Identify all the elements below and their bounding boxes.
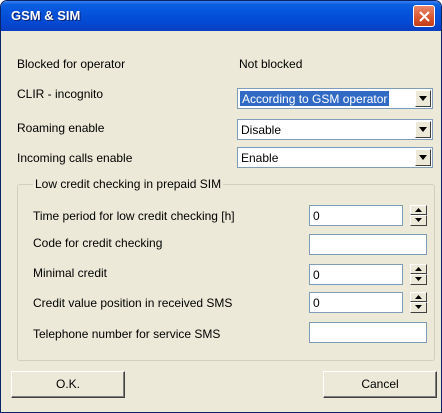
close-button[interactable]	[413, 5, 435, 27]
arrow-down-icon	[415, 305, 422, 309]
clir-select-value: According to GSM operator	[240, 91, 390, 106]
chevron-down-icon	[419, 155, 427, 160]
incoming-calls-select[interactable]: Enable	[237, 147, 433, 168]
credit-position-spin-down[interactable]	[410, 302, 427, 313]
chevron-down-icon	[419, 96, 427, 101]
roaming-enable-select[interactable]: Disable	[237, 119, 433, 140]
minimal-credit-spin-down[interactable]	[410, 274, 427, 285]
minimal-credit-spin-up[interactable]	[410, 264, 427, 274]
clir-dropdown-button[interactable]	[415, 90, 431, 107]
time-period-spinner[interactable]	[410, 205, 427, 226]
time-period-label: Time period for low credit checking [h]	[33, 209, 235, 223]
incoming-calls-select-value: Enable	[241, 151, 279, 165]
credit-position-spin-up[interactable]	[410, 292, 427, 302]
chevron-down-icon	[419, 127, 427, 132]
service-phone-label: Telephone number for service SMS	[33, 327, 221, 341]
incoming-calls-label: Incoming calls enable	[17, 151, 133, 165]
code-credit-input[interactable]	[309, 234, 427, 255]
minimal-credit-spinner[interactable]	[410, 264, 427, 285]
roaming-enable-label: Roaming enable	[17, 121, 105, 135]
arrow-down-icon	[415, 218, 422, 222]
service-phone-input[interactable]	[309, 322, 427, 343]
credit-position-value: 0	[313, 296, 320, 310]
incoming-dropdown-button[interactable]	[415, 149, 431, 166]
low-credit-group-title: Low credit checking in prepaid SIM	[33, 177, 224, 191]
cancel-button[interactable]: Cancel	[323, 371, 437, 398]
minimal-credit-label: Minimal credit	[33, 266, 108, 280]
arrow-up-icon	[415, 295, 422, 299]
minimal-credit-value: 0	[313, 268, 320, 282]
time-period-spin-down[interactable]	[410, 215, 427, 226]
blocked-for-operator-label: Blocked for operator	[17, 57, 126, 71]
minimal-credit-input[interactable]: 0	[309, 264, 403, 285]
title-bar: GSM & SIM	[1, 1, 441, 31]
clir-label: CLIR - incognito	[17, 87, 104, 101]
gsm-sim-dialog: GSM & SIM Blocked for operator Not block…	[0, 0, 442, 413]
close-icon	[419, 11, 430, 22]
blocked-for-operator-value: Not blocked	[239, 57, 303, 71]
arrow-up-icon	[415, 208, 422, 212]
time-period-spin-up[interactable]	[410, 205, 427, 215]
roaming-enable-select-value: Disable	[241, 123, 282, 137]
arrow-down-icon	[415, 277, 422, 281]
clir-select[interactable]: According to GSM operator	[237, 88, 433, 109]
roaming-dropdown-button[interactable]	[415, 121, 431, 138]
time-period-value: 0	[313, 209, 320, 223]
credit-position-input[interactable]: 0	[309, 292, 403, 313]
window-title: GSM & SIM	[11, 8, 81, 23]
credit-position-label: Credit value position in received SMS	[33, 296, 233, 310]
ok-button[interactable]: O.K.	[11, 371, 125, 398]
arrow-up-icon	[415, 267, 422, 271]
code-credit-label: Code for credit checking	[33, 236, 163, 250]
time-period-input[interactable]: 0	[309, 205, 403, 226]
credit-position-spinner[interactable]	[410, 292, 427, 313]
